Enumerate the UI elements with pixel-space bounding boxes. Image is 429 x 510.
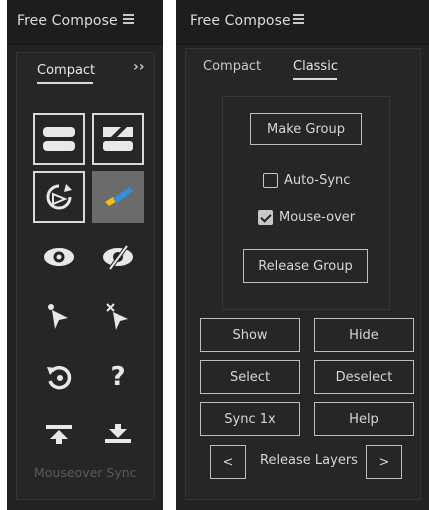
hide-button[interactable]: Hide (314, 318, 414, 352)
release-layers-up-icon[interactable] (33, 408, 85, 460)
mouse-over-checkbox[interactable]: Mouse-over (258, 210, 355, 225)
tab-compact[interactable]: Compact (203, 59, 261, 74)
release-layers-down-icon[interactable] (92, 408, 144, 460)
compact-content: Compact ›› ? Mouseover Sync (16, 52, 155, 500)
show-button[interactable]: Show (200, 318, 300, 352)
menu-icon[interactable] (123, 14, 134, 24)
checkbox-box[interactable] (258, 210, 273, 225)
auto-sync-checkbox[interactable]: Auto-Sync (263, 173, 350, 188)
auto-sync-icon[interactable] (92, 171, 144, 223)
release-layers-next-button[interactable]: > (366, 445, 402, 479)
panel-title: Free Compose (190, 13, 291, 29)
make-group-icon[interactable] (33, 113, 85, 165)
select-icon[interactable] (33, 291, 85, 343)
deselect-icon[interactable] (92, 291, 144, 343)
checkbox-box[interactable] (263, 173, 278, 188)
tab-underline (37, 82, 93, 84)
panel-title: Free Compose (17, 13, 118, 29)
panel-titlebar: Free Compose (176, 0, 429, 45)
sync-once-icon[interactable] (33, 171, 85, 223)
tab-compact[interactable]: Compact (37, 63, 95, 78)
group-box: Make Group Auto-Sync Mouse-over Release … (222, 96, 390, 310)
panel-titlebar: Free Compose (7, 0, 163, 45)
deselect-button[interactable]: Deselect (314, 360, 414, 394)
help-icon[interactable]: ? (92, 351, 144, 403)
tab-underline (293, 78, 337, 80)
hide-icon[interactable] (92, 231, 144, 283)
release-layers-prev-button[interactable]: < (210, 445, 246, 479)
compact-panel: Free Compose Compact ›› ? Mouseover Sync (7, 0, 163, 510)
show-icon[interactable] (33, 231, 85, 283)
footer-label: Mouseover Sync (34, 465, 137, 480)
reset-icon[interactable] (33, 351, 85, 403)
checkbox-label: Auto-Sync (284, 173, 351, 188)
release-group-icon[interactable] (92, 113, 144, 165)
release-group-button[interactable]: Release Group (243, 249, 368, 283)
select-button[interactable]: Select (200, 360, 300, 394)
sync-once-button[interactable]: Sync 1x (200, 402, 300, 436)
classic-content: Compact Classic Make Group Auto-Sync Mou… (185, 48, 421, 500)
classic-panel: Free Compose Compact Classic Make Group … (176, 0, 429, 510)
make-group-button[interactable]: Make Group (250, 113, 362, 145)
menu-icon[interactable] (293, 14, 304, 24)
release-layers-label: Release Layers (260, 453, 358, 468)
help-button[interactable]: Help (314, 402, 414, 436)
tab-classic[interactable]: Classic (293, 59, 338, 74)
checkbox-label: Mouse-over (279, 210, 356, 225)
expand-icon[interactable]: ›› (133, 59, 145, 75)
